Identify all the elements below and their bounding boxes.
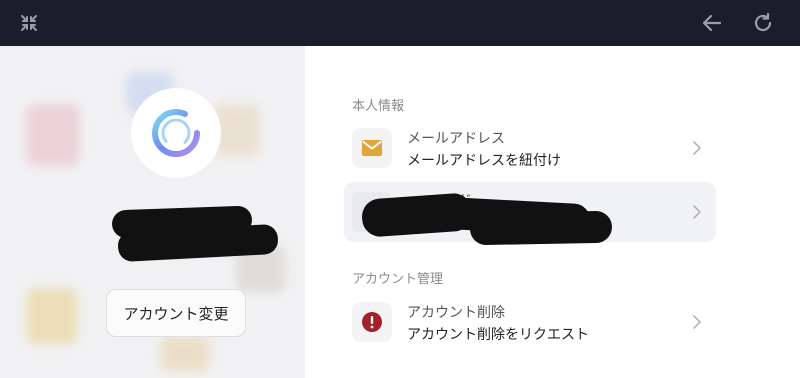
mail-icon <box>352 128 392 168</box>
email-title: メールアドレス <box>407 131 505 147</box>
email-subtitle: メールアドレスを紐付け <box>407 153 561 169</box>
blurred-character-image <box>26 104 80 166</box>
collapse-icon[interactable] <box>17 11 41 35</box>
back-arrow-icon[interactable] <box>700 11 724 35</box>
refresh-icon[interactable] <box>751 11 775 35</box>
section-title-personal-info: 本人情報 <box>352 99 405 114</box>
password-redaction <box>469 210 613 246</box>
top-bar <box>0 0 800 46</box>
chevron-right-icon <box>693 315 701 329</box>
delete-account-subtitle: アカウント削除をリクエスト <box>407 327 589 343</box>
delete-account-title: アカウント削除 <box>407 305 505 321</box>
alert-icon <box>352 302 392 342</box>
blurred-character-image <box>26 288 78 344</box>
chevron-right-icon <box>693 141 701 155</box>
email-row[interactable]: メールアドレス メールアドレスを紐付け <box>344 118 716 178</box>
avatar[interactable] <box>131 88 221 178</box>
blurred-character-image <box>160 336 210 372</box>
delete-account-row[interactable]: アカウント削除 アカウント削除をリクエスト <box>344 292 716 352</box>
section-title-account-management: アカウント管理 <box>352 272 444 287</box>
app-logo-icon <box>152 109 200 157</box>
switch-account-button[interactable]: アカウント変更 <box>106 289 246 337</box>
chevron-right-icon <box>693 205 701 219</box>
